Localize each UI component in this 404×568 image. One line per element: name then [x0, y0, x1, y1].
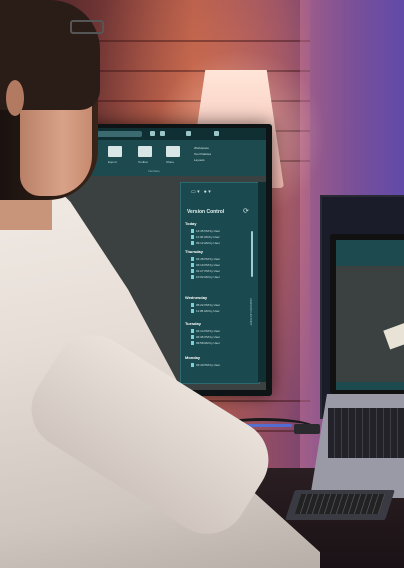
version-item[interactable]: 11:05 AM by User	[191, 309, 220, 313]
ribbon-button-2[interactable]	[108, 146, 122, 157]
version-item[interactable]: 04:14 PM by User	[191, 329, 220, 333]
settings-icon[interactable]	[214, 131, 219, 136]
laptop-3d-model	[383, 322, 404, 350]
ribbon-button-4[interactable]	[166, 146, 180, 157]
ribbon-label-3: Toolbar	[138, 160, 148, 164]
refresh-icon[interactable]: ⟳	[243, 207, 249, 215]
panel-scrollbar[interactable]	[251, 231, 253, 277]
version-item[interactable]: 10:02 AM by User	[191, 275, 220, 279]
person-ear	[6, 80, 24, 116]
desk-keyboard-keys	[294, 494, 386, 514]
version-control-panel: ▭ ▾ ● ▾ Version Control ⟳ Today 12:45 PM…	[180, 182, 260, 384]
glasses	[70, 20, 104, 34]
ribbon-list-item[interactable]: Workspace	[194, 146, 209, 150]
cart-icon[interactable]	[186, 131, 191, 136]
ribbon-label-4: Share	[166, 160, 175, 164]
version-item[interactable]: 02:36 PM by User	[191, 335, 220, 339]
ribbon-group-label: Interface	[148, 169, 160, 173]
version-item[interactable]: 12:45 PM by User	[191, 229, 220, 233]
version-item[interactable]: 01:27 PM by User	[191, 269, 220, 273]
laptop-screen	[336, 240, 404, 390]
version-item[interactable]: 03:40 PM by User	[191, 363, 220, 367]
day-heading: Monday	[185, 355, 201, 360]
laptop-app-ribbon	[336, 240, 404, 266]
version-item[interactable]: 11:30 AM by User	[191, 235, 220, 239]
version-item[interactable]: 03:10 PM by User	[191, 263, 220, 267]
day-heading: Wednesday	[185, 295, 208, 300]
ribbon-button-3[interactable]	[138, 146, 152, 157]
user-icon[interactable]	[160, 131, 165, 136]
cable-plug	[294, 424, 320, 434]
version-item[interactable]: 04:48 PM by User	[191, 257, 220, 261]
panel-side-label: VERSION HISTORY	[249, 298, 253, 326]
panel-title: Version Control	[187, 209, 225, 215]
search-icon[interactable]	[150, 131, 155, 136]
day-heading: Tuesday	[185, 321, 201, 326]
day-heading: Thursday	[185, 249, 204, 254]
ribbon-list-item[interactable]: Layouts	[194, 158, 205, 162]
version-item[interactable]: 09:12 AM by User	[191, 241, 220, 245]
version-item[interactable]: 05:22 PM by User	[191, 303, 220, 307]
ribbon-label-2: Export	[108, 160, 117, 164]
laptop-keyboard	[328, 408, 404, 458]
panel-dropdowns[interactable]: ▭ ▾ ● ▾	[191, 189, 211, 195]
laptop-status-bar	[336, 382, 404, 390]
version-item[interactable]: 09:58 AM by User	[191, 341, 220, 345]
day-heading: Today	[185, 221, 197, 226]
ribbon-list-item[interactable]: Tool Palettes	[194, 152, 211, 156]
panel-side-strip	[258, 182, 266, 382]
